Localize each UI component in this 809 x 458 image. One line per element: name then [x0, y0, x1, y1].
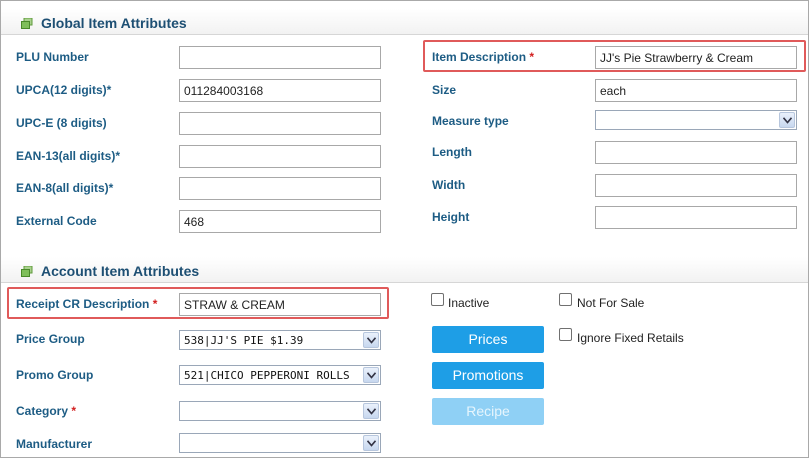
global-attributes-title: Global Item Attributes — [41, 15, 187, 31]
account-attributes-title: Account Item Attributes — [41, 263, 200, 279]
upce-label: UPC-E (8 digits) — [16, 116, 107, 130]
inactive-label: Inactive — [448, 296, 490, 310]
measure-type-select[interactable] — [595, 110, 797, 130]
prices-button[interactable]: Prices — [432, 326, 544, 353]
required-mark: * — [152, 297, 158, 311]
size-label: Size — [432, 83, 457, 97]
section-stack-icon — [21, 18, 33, 29]
required-mark: * — [529, 50, 535, 64]
category-label-text: Category — [16, 404, 69, 418]
ignore-fixed-retails-checkbox[interactable] — [559, 328, 572, 341]
section-stack-icon — [21, 266, 33, 277]
ean13-label: EAN-13(all digits)* — [16, 149, 121, 163]
measure-type-label: Measure type — [432, 114, 509, 128]
plu-number-label: PLU Number — [16, 50, 89, 64]
length-label: Length — [432, 145, 472, 159]
height-input[interactable] — [595, 206, 797, 229]
category-label: Category * — [16, 404, 76, 418]
promo-group-select[interactable]: 521|CHICO PEPPERONI ROLLS — [179, 365, 381, 385]
global-attributes-header: Global Item Attributes — [1, 9, 808, 35]
manufacturer-select[interactable] — [179, 433, 381, 453]
manufacturer-label: Manufacturer — [16, 437, 93, 451]
receipt-cr-input[interactable]: STRAW & CREAM — [179, 293, 381, 316]
promo-group-value: 521|CHICO PEPPERONI ROLLS — [184, 369, 350, 382]
item-description-label: Item Description * — [432, 50, 534, 64]
upca-label: UPCA(12 digits)* — [16, 83, 112, 97]
receipt-cr-label-text: Receipt CR Description — [16, 297, 150, 311]
not-for-sale-label: Not For Sale — [577, 296, 645, 310]
width-label: Width — [432, 178, 466, 192]
external-code-input[interactable]: 468 — [179, 210, 381, 233]
account-attributes-header: Account Item Attributes — [1, 257, 808, 283]
recipe-button[interactable]: Recipe — [432, 398, 544, 425]
inactive-checkbox[interactable] — [431, 293, 444, 306]
ignore-fixed-retails-label: Ignore Fixed Retails — [577, 331, 684, 345]
length-input[interactable] — [595, 141, 797, 164]
category-select[interactable] — [179, 401, 381, 421]
size-input[interactable]: each — [595, 79, 797, 102]
ean13-input[interactable] — [179, 145, 381, 168]
item-description-input[interactable]: JJ's Pie Strawberry & Cream — [595, 46, 797, 69]
required-mark: * — [71, 404, 77, 418]
chevron-down-icon[interactable] — [363, 403, 379, 419]
chevron-down-icon[interactable] — [779, 112, 795, 128]
chevron-down-icon[interactable] — [363, 435, 379, 451]
price-group-value: 538|JJ'S PIE $1.39 — [184, 334, 304, 347]
upca-input[interactable]: 011284003168 — [179, 79, 381, 102]
external-code-label: External Code — [16, 214, 97, 228]
item-description-label-text: Item Description — [432, 50, 527, 64]
price-group-select[interactable]: 538|JJ'S PIE $1.39 — [179, 330, 381, 350]
ean8-input[interactable] — [179, 177, 381, 200]
price-group-label: Price Group — [16, 332, 85, 346]
height-label: Height — [432, 210, 470, 224]
plu-number-input[interactable] — [179, 46, 381, 69]
width-input[interactable] — [595, 174, 797, 197]
ean8-label: EAN-8(all digits)* — [16, 181, 114, 195]
promo-group-label: Promo Group — [16, 368, 94, 382]
promotions-button[interactable]: Promotions — [432, 362, 544, 389]
chevron-down-icon[interactable] — [363, 367, 379, 383]
receipt-cr-label: Receipt CR Description * — [16, 297, 157, 311]
chevron-down-icon[interactable] — [363, 332, 379, 348]
upce-input[interactable] — [179, 112, 381, 135]
not-for-sale-checkbox[interactable] — [559, 293, 572, 306]
